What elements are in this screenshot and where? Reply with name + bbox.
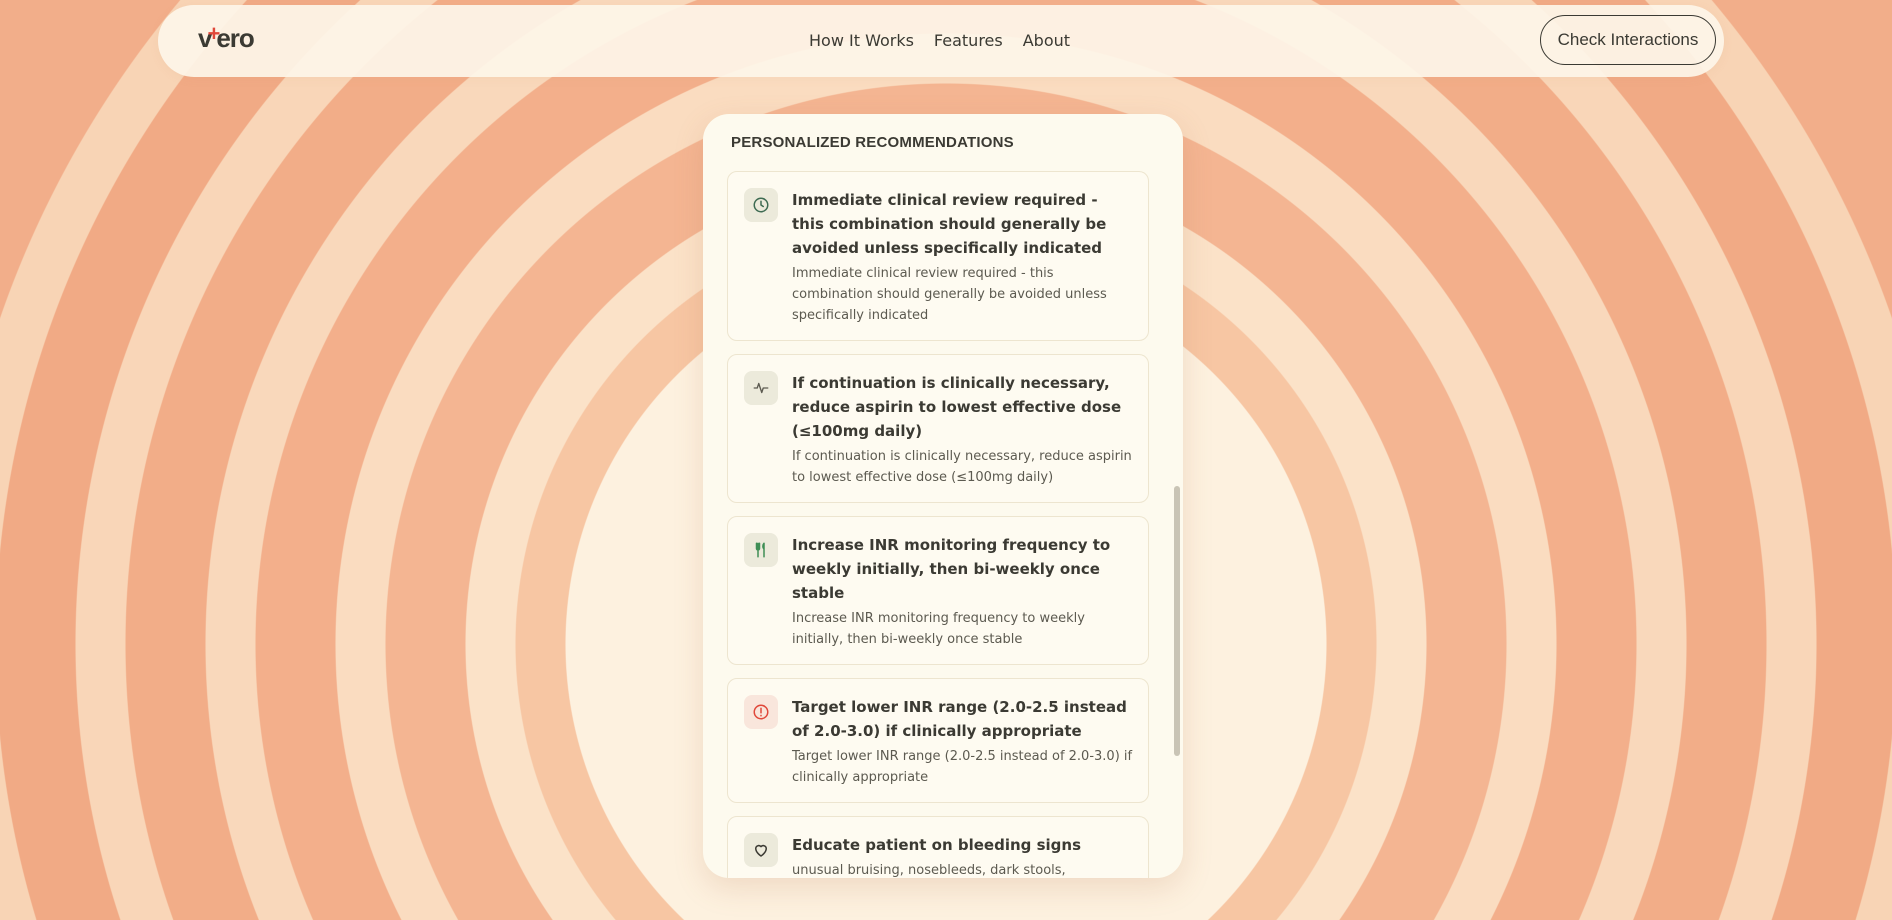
- recommendation-description: unusual bruising, nosebleeds, dark stool…: [792, 863, 1066, 878]
- nav-links: How It Works Features About: [809, 31, 1070, 50]
- recommendation-description: If continuation is clinically necessary,…: [792, 449, 1132, 485]
- nav-link-features[interactable]: Features: [934, 31, 1003, 50]
- logo-rest: ero: [216, 23, 254, 53]
- recommendation-item: Immediate clinical review required - thi…: [727, 171, 1149, 341]
- recommendation-item: Increase INR monitoring frequency to wee…: [727, 516, 1149, 665]
- activity-icon: [744, 371, 778, 405]
- recommendation-item: Target lower INR range (2.0-2.5 instead …: [727, 678, 1149, 803]
- panel-title: PERSONALIZED RECOMMENDATIONS: [731, 134, 1014, 151]
- top-navbar: v+ero How It Works Features About Check …: [158, 5, 1724, 77]
- recommendation-description: Increase INR monitoring frequency to wee…: [792, 611, 1085, 647]
- utensils-icon: [744, 533, 778, 567]
- clock-icon: [744, 188, 778, 222]
- recommendation-title: Target lower INR range (2.0-2.5 instead …: [792, 698, 1127, 740]
- check-interactions-button[interactable]: Check Interactions: [1540, 15, 1716, 65]
- logo[interactable]: v+ero: [198, 21, 255, 54]
- recommendation-title: Increase INR monitoring frequency to wee…: [792, 536, 1111, 602]
- nav-link-about[interactable]: About: [1023, 31, 1070, 50]
- heart-icon: [744, 833, 778, 867]
- recommendation-title: Educate patient on bleeding signs: [792, 836, 1082, 854]
- recommendation-item: If continuation is clinically necessary,…: [727, 354, 1149, 503]
- alert-circle-icon: [744, 695, 778, 729]
- nav-link-how-it-works[interactable]: How It Works: [809, 31, 914, 50]
- recommendations-panel: PERSONALIZED RECOMMENDATIONS Immediate c…: [703, 114, 1183, 878]
- recommendation-description: Target lower INR range (2.0-2.5 instead …: [792, 749, 1133, 785]
- recommendation-item: Educate patient on bleeding signs unusua…: [727, 816, 1149, 878]
- recommendation-title: If continuation is clinically necessary,…: [792, 374, 1122, 440]
- recommendation-description: Immediate clinical review required - thi…: [792, 266, 1107, 323]
- panel-scrollbar[interactable]: [1174, 486, 1180, 756]
- recommendation-title: Immediate clinical review required - thi…: [792, 191, 1107, 257]
- logo-plus-icon: +: [207, 21, 220, 46]
- recommendation-list: Immediate clinical review required - thi…: [727, 171, 1149, 878]
